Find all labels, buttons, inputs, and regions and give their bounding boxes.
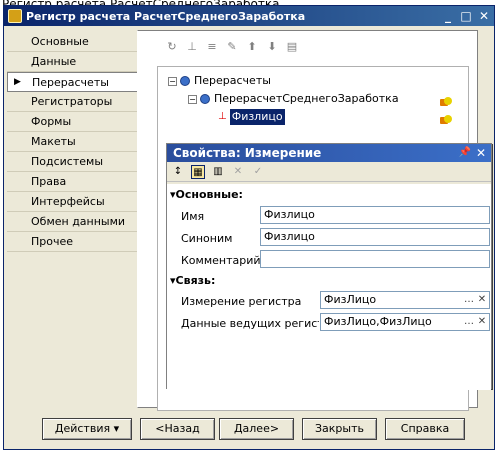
properties-window: Свойства: Измерение 📌 ✕ ↕ ▦ ▥ ✕ ✓ ▾Основ… xyxy=(166,143,492,390)
categorized-icon[interactable]: ▦ xyxy=(191,164,205,179)
sort-alphabetical-icon[interactable]: ↕ xyxy=(171,165,185,179)
sidebar-item-templates[interactable]: Макеты xyxy=(7,132,137,152)
sidebar-item-data[interactable]: Данные xyxy=(7,52,137,72)
lock-icon xyxy=(440,113,452,125)
leading-data-label: Данные ведущих регистр xyxy=(181,317,319,330)
tree-toolbar: ↻ ⊥ ≡ ✎ ⬆ ⬇ ▤ xyxy=(165,40,299,58)
actions-button[interactable]: Действия ▾ xyxy=(42,418,132,440)
clear-field-icon[interactable]: ✕ xyxy=(476,315,488,329)
move-down-icon[interactable]: ⬇ xyxy=(265,40,279,54)
sidebar-item-rights[interactable]: Права xyxy=(7,172,137,192)
synonym-field[interactable]: Физлицо xyxy=(260,228,490,246)
close-button[interactable]: Закрыть xyxy=(302,418,377,440)
tree-node-label-selected: Физлицо xyxy=(229,109,285,125)
sidebar-item-subsystems[interactable]: Подсистемы xyxy=(7,152,137,172)
recalculation-icon xyxy=(200,94,210,104)
back-button[interactable]: <Назад xyxy=(140,418,215,440)
window-titlebar[interactable]: Регистр расчета РасчетСреднегоЗаработка … xyxy=(4,6,494,26)
select-icon[interactable]: … xyxy=(463,315,475,329)
leading-data-field[interactable]: ФизЛицо,ФизЛицо … ✕ xyxy=(320,313,490,331)
dimension-icon: ⊥ xyxy=(218,111,227,122)
dimension-field[interactable]: ФизЛицо … ✕ xyxy=(320,291,490,309)
clear-icon[interactable]: ✕ xyxy=(231,165,245,179)
properties-titlebar[interactable]: Свойства: Измерение 📌 ✕ xyxy=(167,144,491,162)
sidebar-item-recalculations[interactable]: Перерасчеты xyxy=(7,72,137,92)
pin-icon[interactable]: 📌 xyxy=(459,144,471,162)
minimize-button[interactable]: _ xyxy=(440,9,456,23)
tree-node-recalculation[interactable]: − ПерерасчетСреднегоЗаработка xyxy=(188,91,399,107)
name-label: Имя xyxy=(181,210,205,223)
window-title: Регистр расчета РасчетСреднегоЗаработка xyxy=(26,9,306,23)
maximize-button[interactable]: □ xyxy=(458,9,474,23)
group-basic-header[interactable]: ▾Основные: xyxy=(170,188,243,201)
move-up-icon[interactable]: ⬆ xyxy=(245,40,259,54)
close-icon[interactable]: ✕ xyxy=(476,144,486,162)
sidebar-item-registrators[interactable]: Регистраторы xyxy=(7,92,137,112)
dimension-label: Измерение регистра xyxy=(181,295,302,308)
filter-icon[interactable]: ▥ xyxy=(211,165,225,179)
group-link-header[interactable]: ▾Связь: xyxy=(170,274,215,287)
properties-grid: ▾Основные: Имя Физлицо Синоним Физлицо К… xyxy=(167,184,491,390)
tree-node-label: ПерерасчетСреднегоЗаработка xyxy=(214,92,399,105)
add-icon[interactable]: ≡ xyxy=(205,40,219,54)
tree-node-root[interactable]: − Перерасчеты xyxy=(168,73,271,89)
synonym-label: Синоним xyxy=(181,232,233,245)
sidebar-item-basic[interactable]: Основные xyxy=(7,32,137,52)
collapse-icon[interactable]: − xyxy=(188,94,197,104)
help-button[interactable]: Справка xyxy=(385,418,465,440)
close-window-button[interactable]: ✕ xyxy=(476,9,492,23)
name-field[interactable]: Физлицо xyxy=(260,206,490,224)
next-button[interactable]: Далее> xyxy=(219,418,294,440)
collapse-icon[interactable]: − xyxy=(168,76,177,86)
sidebar-item-other[interactable]: Прочее xyxy=(7,232,137,252)
lock-icon xyxy=(440,95,452,107)
tree-node-dimension[interactable]: ⊥ Физлицо xyxy=(218,109,285,125)
comment-field[interactable] xyxy=(260,250,490,268)
sidebar-item-forms[interactable]: Формы xyxy=(7,112,137,132)
leading-data-value: ФизЛицо,ФизЛицо xyxy=(324,315,432,328)
dropdown-arrow-icon: ▾ xyxy=(113,422,120,435)
tree-node-label: Перерасчеты xyxy=(194,74,271,87)
properties-title: Свойства: Измерение xyxy=(173,146,322,160)
sidebar-item-interfaces[interactable]: Интерфейсы xyxy=(7,192,137,212)
dimension-value: ФизЛицо xyxy=(324,293,377,306)
refresh-icon[interactable]: ↻ xyxy=(165,40,179,54)
edit-icon[interactable]: ✎ xyxy=(225,40,239,54)
apply-icon[interactable]: ✓ xyxy=(251,165,265,179)
recalculation-icon xyxy=(180,76,190,86)
comment-label: Комментарий xyxy=(181,254,261,267)
tree-icon[interactable]: ⊥ xyxy=(185,40,199,54)
register-icon xyxy=(8,9,22,23)
select-icon[interactable]: … xyxy=(463,293,475,307)
sort-icon[interactable]: ▤ xyxy=(285,40,299,54)
properties-toolbar: ↕ ▦ ▥ ✕ ✓ xyxy=(167,162,491,182)
clear-field-icon[interactable]: ✕ xyxy=(476,293,488,307)
sidebar-item-data-exchange[interactable]: Обмен данными xyxy=(7,212,137,232)
sidebar-nav: Основные Данные Перерасчеты Регистраторы… xyxy=(7,32,137,252)
